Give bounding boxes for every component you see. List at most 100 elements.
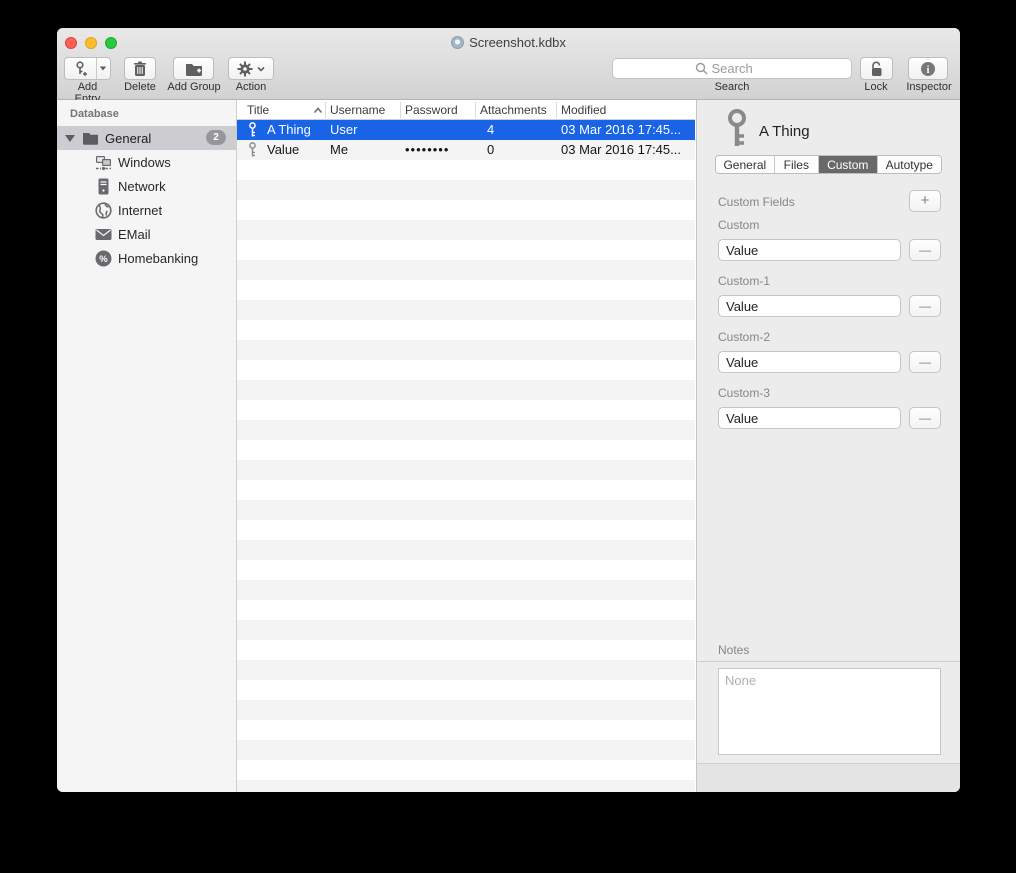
column-divider[interactable]	[400, 102, 401, 118]
sidebar-item-homebanking[interactable]: % Homebanking	[57, 246, 237, 270]
chevron-down-icon	[257, 66, 265, 72]
inspector-tab-bar: General Files Custom Autotype	[715, 155, 942, 174]
add-group-label: Add Group	[163, 81, 225, 93]
cell-password: ••••••••	[405, 142, 449, 157]
custom-field-label: Custom-3	[718, 386, 770, 400]
column-divider[interactable]	[556, 102, 557, 118]
svg-text:%: %	[99, 254, 108, 265]
column-header-username[interactable]: Username	[330, 103, 385, 117]
desktop-background: Screenshot.kdbx Add En	[0, 0, 1016, 873]
tab-general[interactable]: General	[716, 156, 775, 173]
info-icon: i	[920, 61, 936, 77]
tab-custom[interactable]: Custom	[819, 156, 878, 173]
inspector-entry-title: A Thing	[759, 123, 810, 140]
custom-fields-heading: Custom Fields	[718, 195, 795, 209]
table-row[interactable]: A Thing User 4 03 Mar 2016 17:45...	[237, 120, 695, 140]
windows-network-icon	[95, 154, 112, 171]
cell-attachments: 4	[487, 122, 494, 137]
sidebar-item-email[interactable]: EMail	[57, 222, 237, 246]
cell-modified: 03 Mar 2016 17:45...	[561, 122, 692, 137]
column-divider[interactable]	[475, 102, 476, 118]
table-header: Title Username Password Attachments Modi…	[237, 100, 695, 120]
lock-button[interactable]	[860, 57, 893, 80]
notes-divider	[697, 661, 960, 662]
document-proxy-icon	[451, 36, 464, 49]
column-divider[interactable]	[325, 102, 326, 118]
custom-field-label: Custom	[718, 218, 759, 232]
table-body: A Thing User 4 03 Mar 2016 17:45... Valu…	[237, 120, 695, 792]
remove-custom-field-button[interactable]: —	[909, 239, 941, 261]
remove-custom-field-button[interactable]: —	[909, 407, 941, 429]
sidebar-item-label: Windows	[118, 155, 171, 170]
sidebar-group-general[interactable]: General 2	[57, 126, 237, 150]
gear-icon	[237, 61, 253, 77]
folder-plus-icon	[185, 61, 203, 76]
column-header-password[interactable]: Password	[405, 103, 458, 117]
cell-username: User	[330, 122, 357, 137]
custom-field-value-input[interactable]	[718, 407, 901, 429]
folder-icon	[82, 131, 99, 145]
key-icon	[247, 142, 258, 158]
sidebar-item-internet[interactable]: Internet	[57, 198, 237, 222]
table-row[interactable]: Value Me •••••••• 0 03 Mar 2016 17:45...	[237, 140, 695, 160]
sidebar-item-label: Network	[118, 179, 166, 194]
custom-field-label: Custom-1	[718, 274, 770, 288]
add-entry-dropdown[interactable]	[97, 66, 110, 71]
column-header-attachments[interactable]: Attachments	[480, 103, 547, 117]
custom-field-value-input[interactable]	[718, 351, 901, 373]
disclosure-triangle-icon[interactable]	[65, 135, 75, 142]
inspector-footer	[697, 763, 960, 792]
dropdown-arrow-icon	[100, 67, 106, 71]
custom-field-value-input[interactable]	[718, 295, 901, 317]
macpass-window: Screenshot.kdbx Add En	[57, 28, 960, 792]
action-label: Action	[218, 81, 284, 93]
trash-icon	[133, 61, 147, 77]
cell-title: Value	[267, 142, 299, 157]
inspector-panel: A Thing General Files Custom Autotype Cu…	[696, 100, 960, 792]
tab-autotype[interactable]: Autotype	[878, 156, 941, 173]
cell-title: A Thing	[267, 122, 311, 137]
entry-table: Title Username Password Attachments Modi…	[237, 100, 695, 792]
notes-heading: Notes	[718, 643, 749, 657]
entry-key-icon	[724, 109, 750, 149]
cell-attachments: 0	[487, 142, 494, 157]
notes-textarea[interactable]	[718, 668, 941, 755]
inspector-button[interactable]: i	[908, 57, 948, 80]
sidebar-item-label: Homebanking	[118, 251, 198, 266]
unlocked-padlock-icon	[869, 61, 884, 77]
add-group-button[interactable]	[173, 57, 214, 80]
window-chrome: Screenshot.kdbx Add En	[57, 28, 960, 100]
column-header-modified[interactable]: Modified	[561, 103, 606, 117]
window-title: Screenshot.kdbx	[57, 35, 960, 50]
globe-icon	[95, 202, 112, 219]
sidebar: Database General 2 W	[57, 100, 237, 792]
tab-files[interactable]: Files	[775, 156, 819, 173]
key-icon	[247, 122, 258, 138]
svg-text:i: i	[927, 65, 930, 76]
server-icon	[95, 178, 112, 195]
sort-ascending-icon	[313, 107, 323, 114]
sidebar-item-label: Internet	[118, 203, 162, 218]
custom-field-value-input[interactable]	[718, 239, 901, 261]
inspector-toolbar-label: Inspector	[898, 81, 960, 93]
remove-custom-field-button[interactable]: —	[909, 295, 941, 317]
cell-username: Me	[330, 142, 348, 157]
sidebar-item-windows[interactable]: Windows	[57, 150, 237, 174]
key-plus-icon	[72, 61, 88, 77]
custom-field-label: Custom-2	[718, 330, 770, 344]
remove-custom-field-button[interactable]: —	[909, 351, 941, 373]
entry-count-badge: 2	[206, 130, 226, 145]
search-input[interactable]	[712, 61, 770, 76]
search-toolbar-label: Search	[612, 81, 852, 93]
add-custom-field-button[interactable]: +	[909, 190, 941, 212]
add-entry-button[interactable]	[64, 57, 111, 80]
action-button[interactable]	[228, 57, 274, 80]
sidebar-section-header: Database	[70, 108, 119, 120]
search-field[interactable]	[612, 58, 852, 79]
sidebar-item-network[interactable]: Network	[57, 174, 237, 198]
search-icon	[695, 62, 708, 75]
delete-button[interactable]	[124, 57, 156, 80]
percent-circle-icon: %	[95, 250, 112, 267]
envelope-icon	[95, 226, 112, 243]
column-header-title[interactable]: Title	[247, 103, 269, 117]
